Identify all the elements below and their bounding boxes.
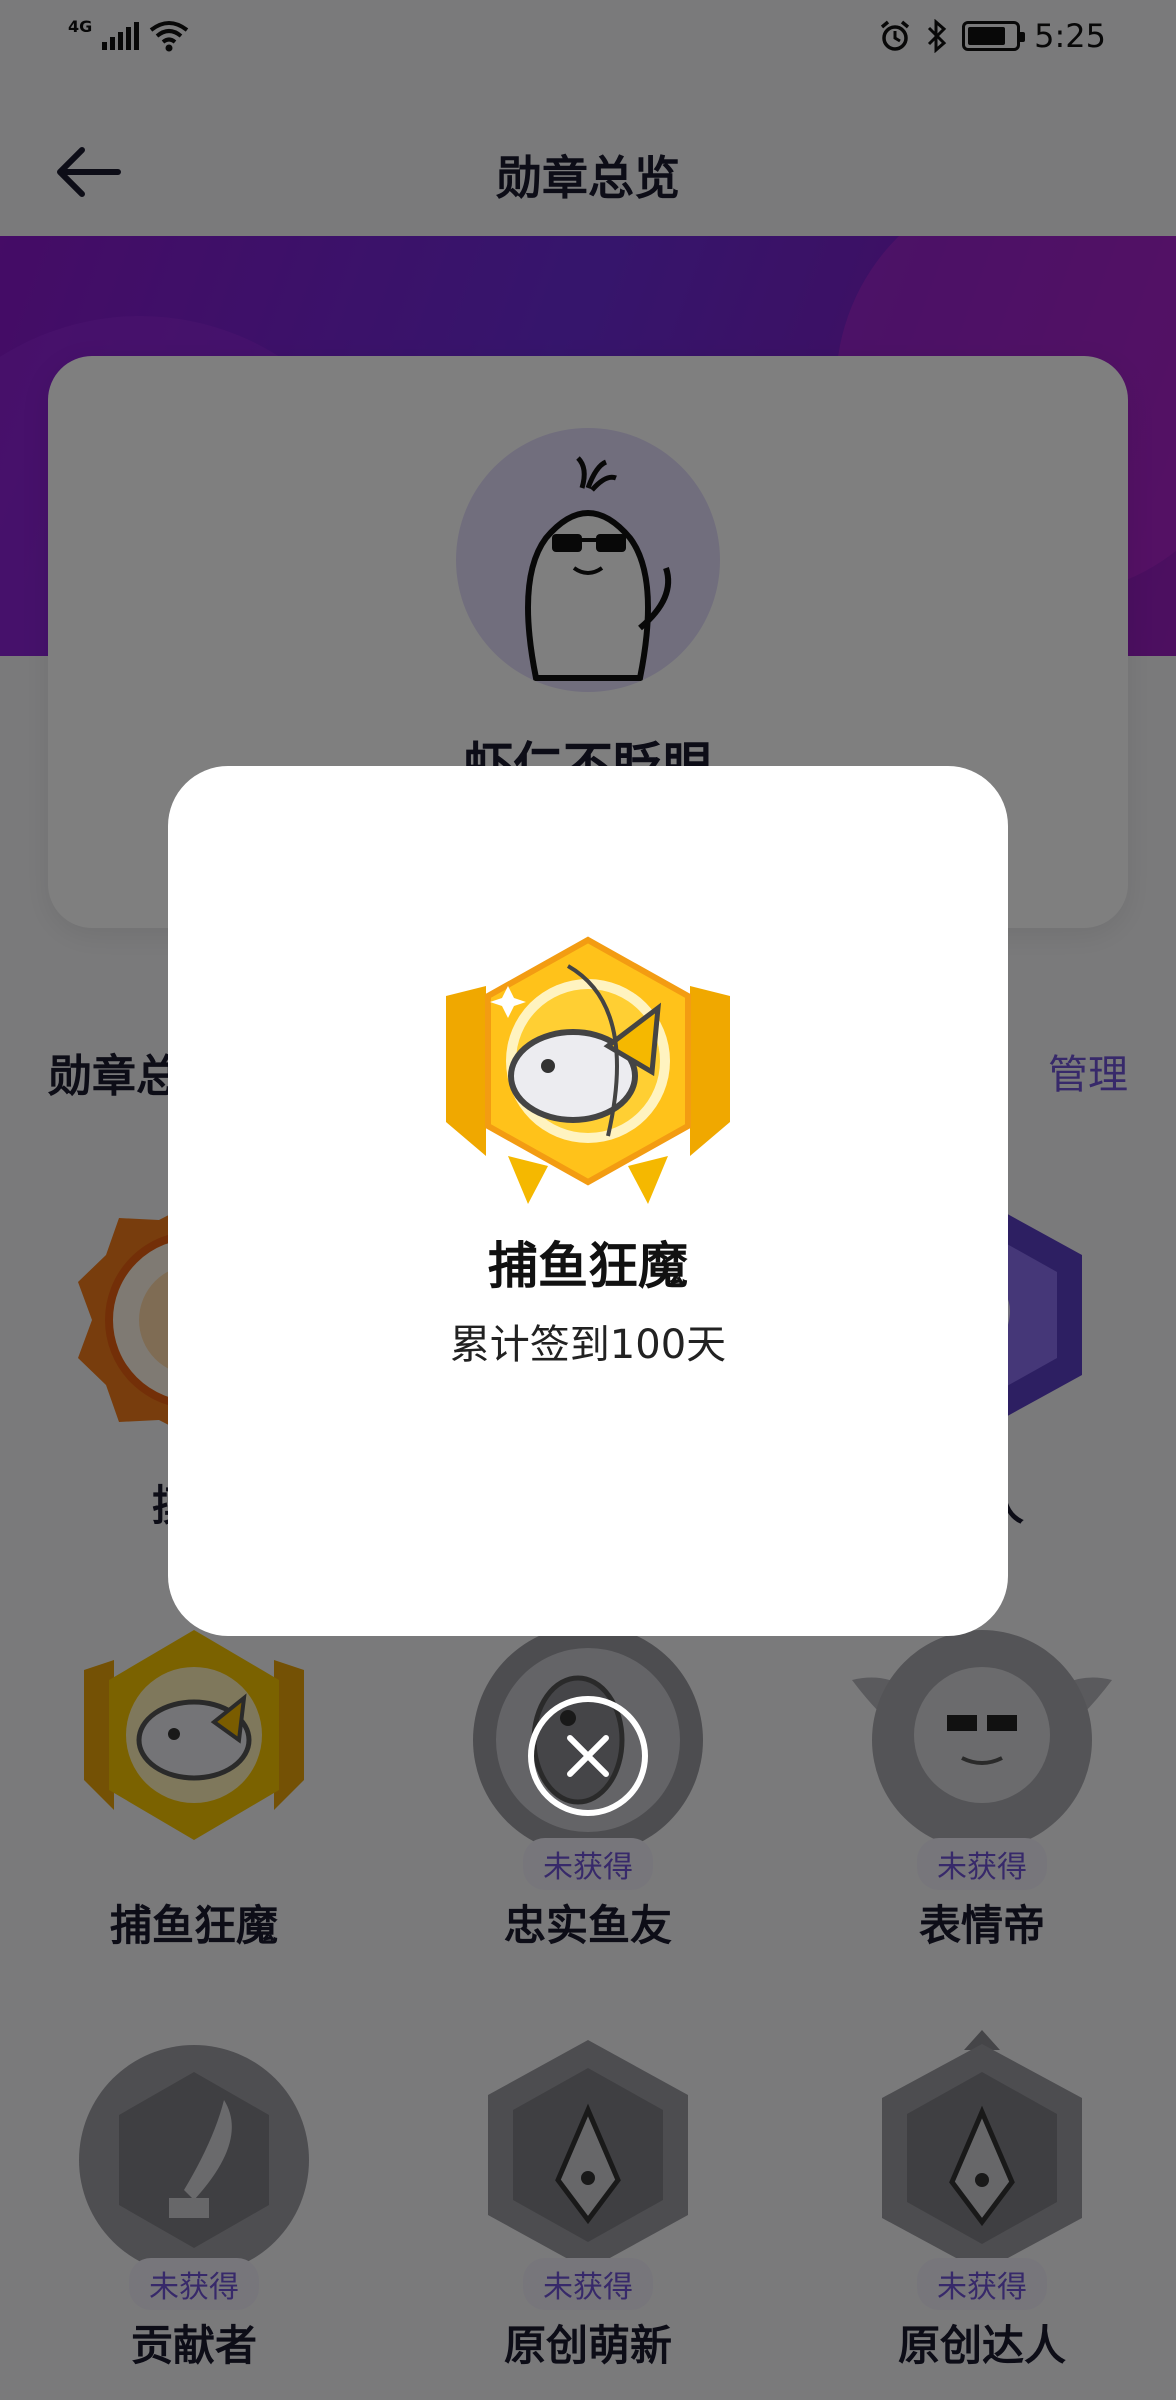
- badge-detail-dialog: 捕鱼狂魔 累计签到100天: [168, 766, 1008, 1636]
- close-icon: [567, 1735, 609, 1777]
- badge-large-icon: [438, 926, 738, 1226]
- dialog-description: 累计签到100天: [449, 1322, 727, 1368]
- close-button[interactable]: [528, 1696, 648, 1816]
- dialog-title: 捕鱼狂魔: [488, 1237, 688, 1295]
